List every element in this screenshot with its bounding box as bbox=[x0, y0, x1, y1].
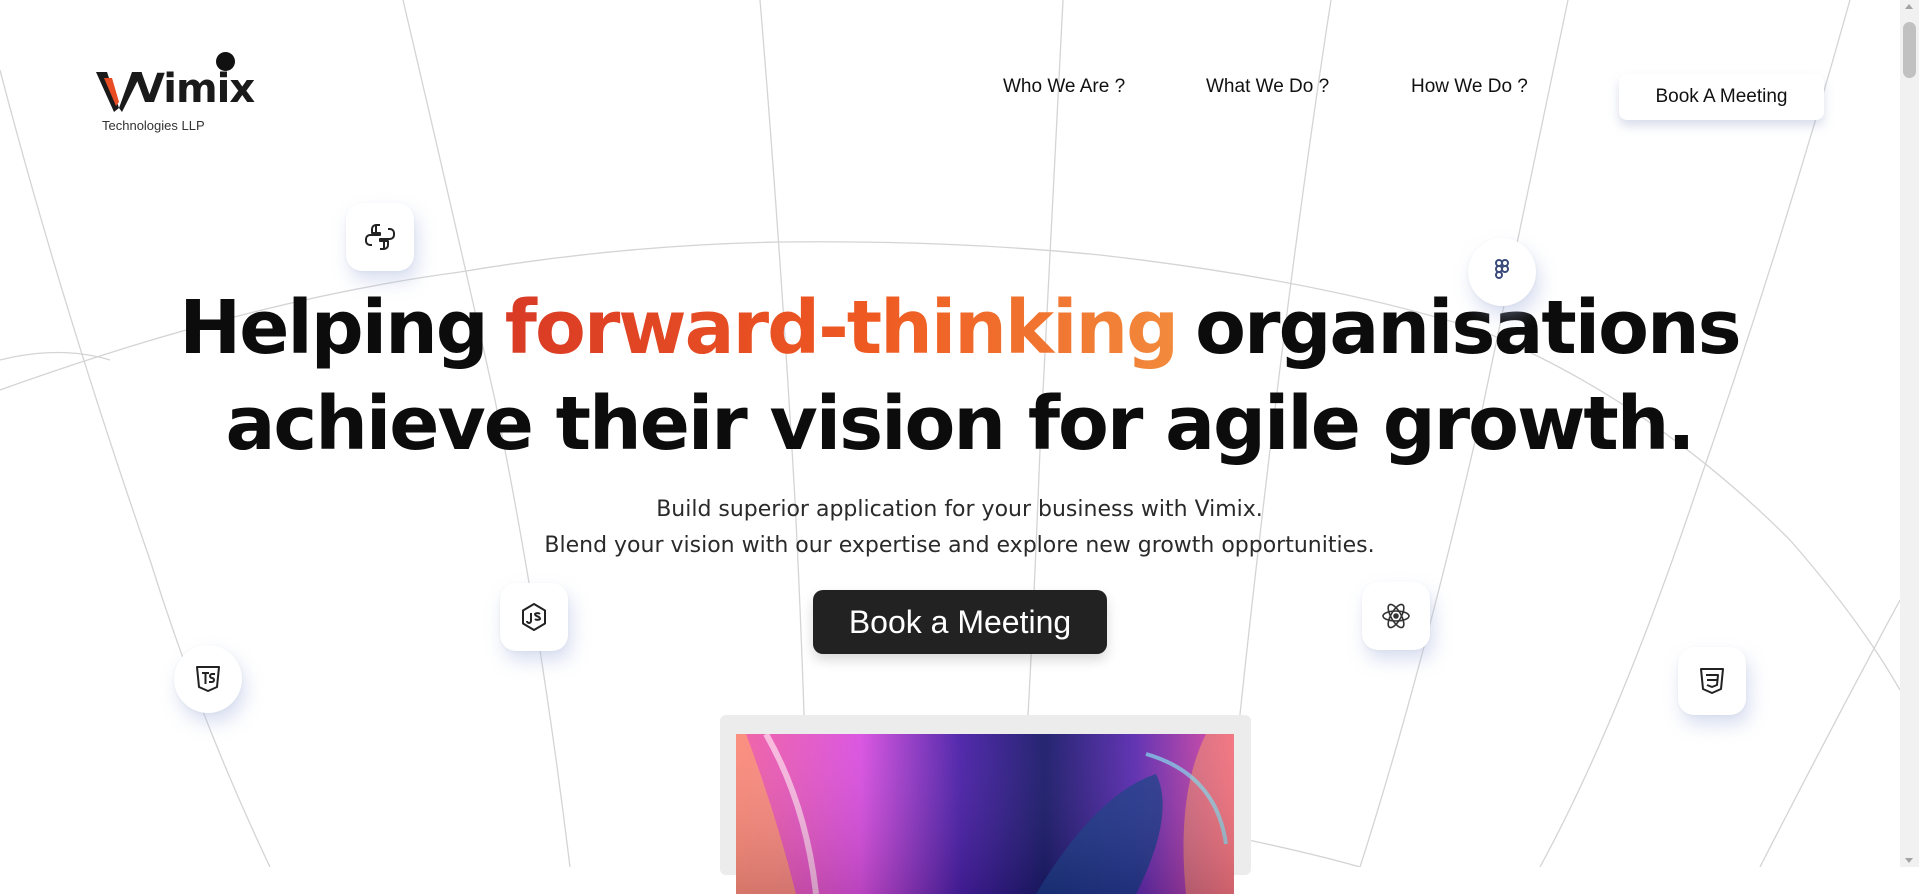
laptop-mockup bbox=[720, 715, 1251, 894]
python-tile bbox=[346, 203, 414, 271]
typescript-icon bbox=[196, 666, 220, 692]
scroll-down-arrow-icon[interactable] bbox=[1905, 858, 1913, 863]
hero-section: Helping forward-thinking organisations ach… bbox=[0, 280, 1919, 564]
headline-part1: Helping bbox=[179, 285, 488, 371]
nav-link-what-we-do[interactable]: What We Do ? bbox=[1206, 76, 1329, 98]
abstract-wallpaper-image bbox=[736, 734, 1234, 894]
logo-subtitle: Technologies LLP bbox=[102, 118, 205, 133]
nav-link-how-we-do[interactable]: How We Do ? bbox=[1411, 76, 1528, 98]
scroll-up-arrow-icon[interactable] bbox=[1905, 4, 1913, 9]
figma-tile bbox=[1468, 238, 1536, 306]
logo-wordmark: Vimix bbox=[134, 66, 255, 112]
css3-icon bbox=[1700, 668, 1724, 694]
react-tile bbox=[1362, 582, 1430, 650]
python-icon bbox=[365, 224, 395, 250]
react-icon bbox=[1382, 603, 1410, 629]
nodejs-tile bbox=[500, 583, 568, 651]
site-header: Vimix Technologies LLP Who We Are ? What… bbox=[0, 0, 1900, 140]
scroll-thumb[interactable] bbox=[1903, 22, 1916, 78]
laptop-screen-wallpaper bbox=[736, 734, 1234, 894]
hero-sub-line1: Build superior application for your busi… bbox=[656, 497, 1263, 522]
figma-icon bbox=[1495, 259, 1509, 279]
scrollbar[interactable] bbox=[1900, 0, 1919, 867]
nodejs-icon bbox=[522, 603, 546, 631]
logo[interactable]: Vimix Technologies LLP bbox=[96, 50, 255, 140]
headline-accent: forward-thinking bbox=[504, 285, 1179, 371]
typescript-tile bbox=[174, 645, 242, 713]
css3-tile bbox=[1678, 647, 1746, 715]
headline-line2: achieve their vision for agile growth. bbox=[225, 381, 1695, 467]
headline-part2: organisations bbox=[1195, 285, 1742, 371]
nav-link-who-we-are[interactable]: Who We Are ? bbox=[1003, 76, 1125, 98]
hero-subtext: Build superior application for your busi… bbox=[0, 492, 1919, 564]
hero-headline: Helping forward-thinking organisations ach… bbox=[0, 280, 1919, 472]
hero-sub-line2: Blend your vision with our expertise and… bbox=[544, 533, 1375, 558]
book-meeting-nav-button[interactable]: Book A Meeting bbox=[1619, 74, 1824, 120]
book-meeting-hero-button[interactable]: Book a Meeting bbox=[813, 590, 1107, 654]
